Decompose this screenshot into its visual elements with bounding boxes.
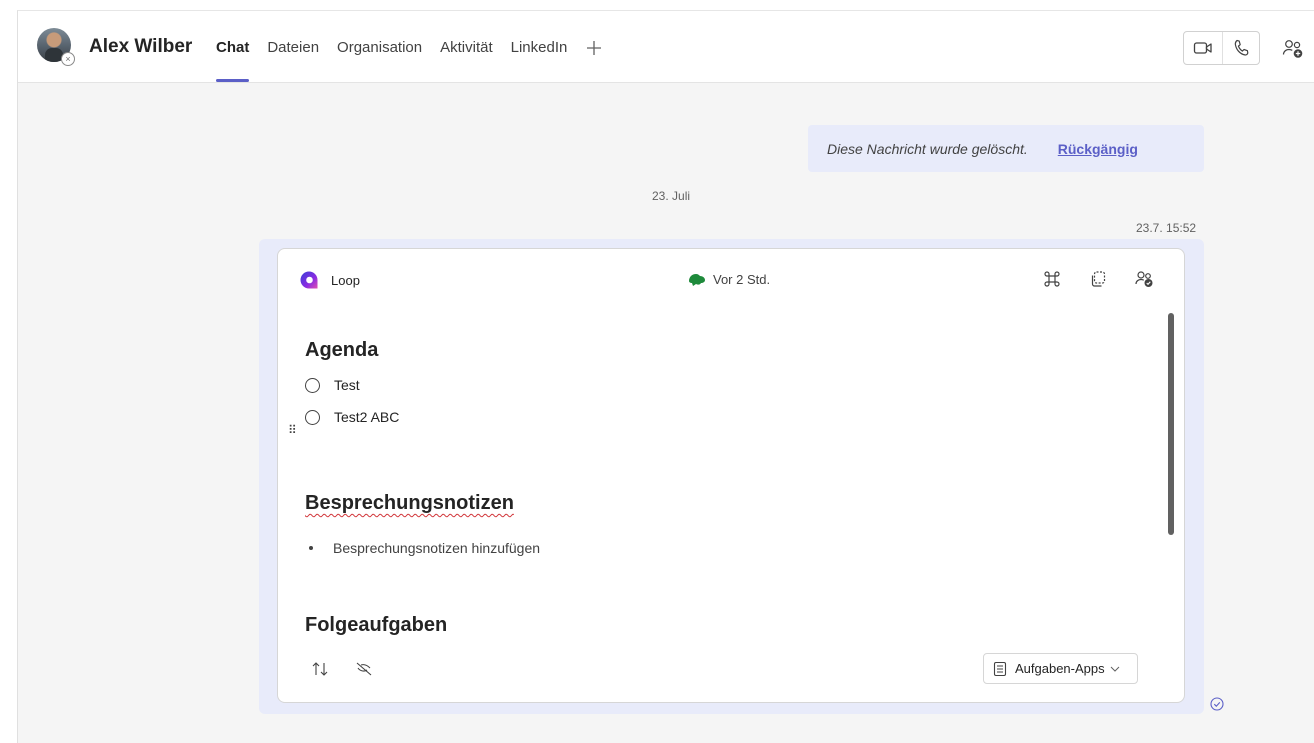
command-icon bbox=[1044, 271, 1060, 287]
collaborator-icon bbox=[689, 274, 705, 286]
task-checkbox[interactable] bbox=[305, 377, 320, 393]
task-text[interactable]: Test2 ABC bbox=[334, 409, 399, 425]
task-item[interactable]: Test2 ABC bbox=[305, 409, 399, 425]
call-button-group bbox=[1183, 31, 1260, 65]
hide-completed-button[interactable] bbox=[353, 659, 375, 679]
phone-icon bbox=[1234, 39, 1249, 56]
tab-chat[interactable]: Chat bbox=[216, 39, 250, 83]
video-call-icon bbox=[1193, 42, 1212, 54]
notes-bullet-item[interactable]: Besprechungsnotizen hinzufügen bbox=[309, 540, 540, 556]
contact-name[interactable]: Alex Wilber bbox=[89, 36, 192, 58]
loop-app-name: Loop bbox=[331, 273, 360, 288]
loop-logo-icon bbox=[300, 271, 318, 289]
audio-call-button[interactable] bbox=[1221, 32, 1260, 64]
add-people-icon bbox=[1282, 40, 1303, 58]
notes-heading[interactable]: Besprechungsnotizen bbox=[305, 492, 514, 515]
task-item[interactable]: Test bbox=[305, 377, 360, 393]
video-call-button[interactable] bbox=[1184, 32, 1222, 64]
open-in-loop-button[interactable] bbox=[1040, 267, 1064, 291]
copy-icon bbox=[1091, 271, 1106, 287]
tab-organisation[interactable]: Organisation bbox=[337, 39, 422, 83]
add-people-button[interactable] bbox=[1280, 36, 1306, 62]
date-separator: 23. Juli bbox=[652, 189, 691, 203]
tab-dateien[interactable]: Dateien bbox=[267, 39, 319, 83]
sort-button[interactable] bbox=[309, 659, 331, 679]
deleted-message-text: Diese Nachricht wurde gelöscht. bbox=[827, 140, 1028, 157]
task-apps-button[interactable]: Aufgaben-Apps bbox=[983, 653, 1138, 684]
chat-header: × Alex Wilber Chat Dateien Organisation … bbox=[18, 11, 1314, 83]
loop-card-header: Loop Vor 2 Std. bbox=[278, 249, 1184, 309]
chat-tabs: Chat Dateien Organisation Aktivität Link… bbox=[216, 39, 603, 83]
deleted-message: Diese Nachricht wurde gelöscht. Rückgäng… bbox=[808, 125, 1204, 172]
followups-heading[interactable]: Folgeaufgaben bbox=[305, 614, 447, 637]
chevron-down-icon bbox=[1110, 666, 1119, 672]
task-text[interactable]: Test bbox=[334, 377, 360, 393]
last-activity[interactable]: Vor 2 Std. bbox=[687, 271, 770, 287]
message-timestamp: 23.7. 15:52 bbox=[1136, 221, 1197, 235]
undo-link[interactable]: Rückgängig bbox=[1058, 141, 1138, 157]
card-scrollbar[interactable] bbox=[1168, 313, 1174, 535]
read-receipt-icon bbox=[1210, 697, 1224, 711]
loop-component-card: Loop Vor 2 Std. Agenda Test ⠿ Test2 ABC … bbox=[277, 248, 1185, 703]
copy-component-button[interactable] bbox=[1086, 267, 1110, 291]
last-activity-text: Vor 2 Std. bbox=[713, 271, 771, 287]
eye-off-icon bbox=[356, 662, 372, 676]
presence-offline-icon: × bbox=[61, 52, 75, 66]
shared-with-button[interactable] bbox=[1132, 267, 1156, 291]
drag-handle-icon[interactable]: ⠿ bbox=[288, 423, 297, 437]
notes-placeholder[interactable]: Besprechungsnotizen hinzufügen bbox=[333, 540, 540, 556]
sort-icon bbox=[312, 662, 328, 676]
agenda-heading[interactable]: Agenda bbox=[305, 339, 378, 362]
bullet-icon bbox=[309, 546, 313, 550]
teams-window: × Alex Wilber Chat Dateien Organisation … bbox=[17, 10, 1314, 743]
tab-linkedin[interactable]: LinkedIn bbox=[511, 39, 568, 83]
task-list-icon bbox=[993, 661, 1007, 676]
tab-aktivitaet[interactable]: Aktivität bbox=[440, 39, 493, 83]
task-apps-label: Aufgaben-Apps bbox=[1015, 661, 1105, 676]
plus-icon[interactable] bbox=[585, 39, 603, 58]
task-checkbox[interactable] bbox=[305, 409, 320, 425]
people-icon bbox=[1135, 271, 1153, 287]
loop-card-actions bbox=[1040, 267, 1178, 291]
